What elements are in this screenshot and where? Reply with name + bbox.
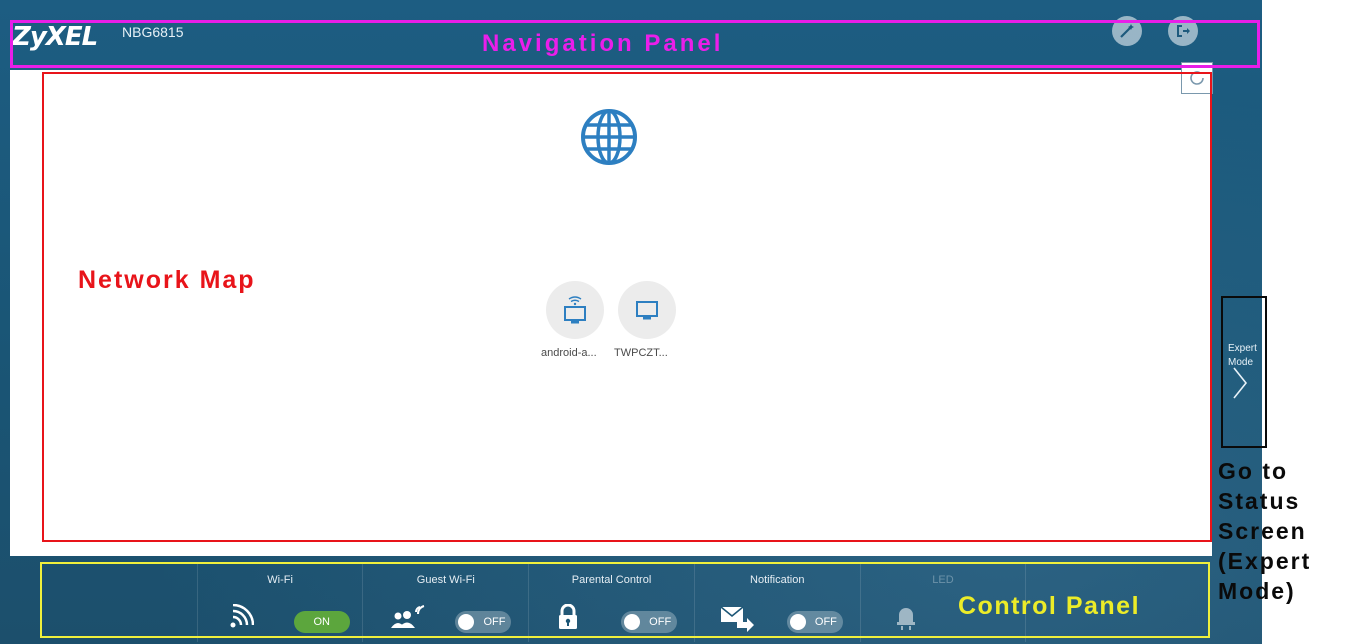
notification-control: Notification OFF: [695, 562, 861, 642]
device-android[interactable]: [546, 281, 604, 339]
device-label-twpczt: TWPCZT...: [614, 347, 668, 359]
wifi-icon: [230, 604, 254, 628]
notification-label: Notification: [750, 574, 805, 586]
led-icon[interactable]: [895, 604, 917, 630]
parental-control: Parental Control OFF: [529, 562, 695, 642]
led-label: LED: [932, 574, 954, 586]
wifi-toggle[interactable]: ON: [293, 611, 350, 633]
wifi-control: Wi-Fi ON: [198, 562, 364, 642]
zyxel-logo: ZyXEL: [12, 22, 98, 52]
refresh-button[interactable]: [1181, 62, 1213, 94]
wizard-button[interactable]: [1112, 16, 1142, 46]
monitor-wifi-icon: [564, 296, 586, 324]
device-twpczt[interactable]: [618, 281, 676, 339]
device-label-android: android-a...: [541, 347, 597, 359]
wizard-icon: [1120, 24, 1134, 38]
navigation-panel-annotation: Navigation Panel: [482, 30, 724, 57]
lock-icon: [559, 604, 578, 629]
logout-icon: [1177, 25, 1190, 37]
internet-globe-icon[interactable]: [580, 108, 638, 166]
expert-mode-label-line1: Expert: [1228, 343, 1257, 354]
expert-mode-button[interactable]: Expert Mode: [1222, 296, 1266, 446]
notification-toggle[interactable]: OFF: [786, 611, 843, 633]
router-ui-frame: ZyXEL NBG6815 android-a... TWPCZT... Wi-…: [0, 0, 1262, 644]
guest-wifi-icon: [391, 605, 425, 628]
guest-wifi-toggle[interactable]: OFF: [455, 611, 512, 633]
guest-wifi-control: Guest Wi-Fi OFF: [363, 562, 530, 642]
control-panel-spacer: [40, 562, 198, 642]
network-map-annotation: Network Map: [78, 266, 256, 294]
guest-wifi-label: Guest Wi-Fi: [416, 574, 475, 586]
control-panel-annotation: Control Panel: [958, 592, 1141, 620]
wifi-label: Wi-Fi: [267, 574, 293, 586]
notification-mail-icon: [720, 606, 754, 632]
go-to-status-annotation: Go to Status Screen (Expert Mode): [1218, 458, 1312, 604]
parental-control-label: Parental Control: [571, 574, 652, 586]
chevron-right-icon: [1233, 367, 1248, 399]
parental-control-toggle[interactable]: OFF: [621, 611, 678, 633]
monitor-icon: [636, 301, 658, 320]
model-name: NBG6815: [122, 24, 184, 40]
logout-button[interactable]: [1168, 16, 1198, 46]
refresh-icon: [1190, 71, 1204, 85]
